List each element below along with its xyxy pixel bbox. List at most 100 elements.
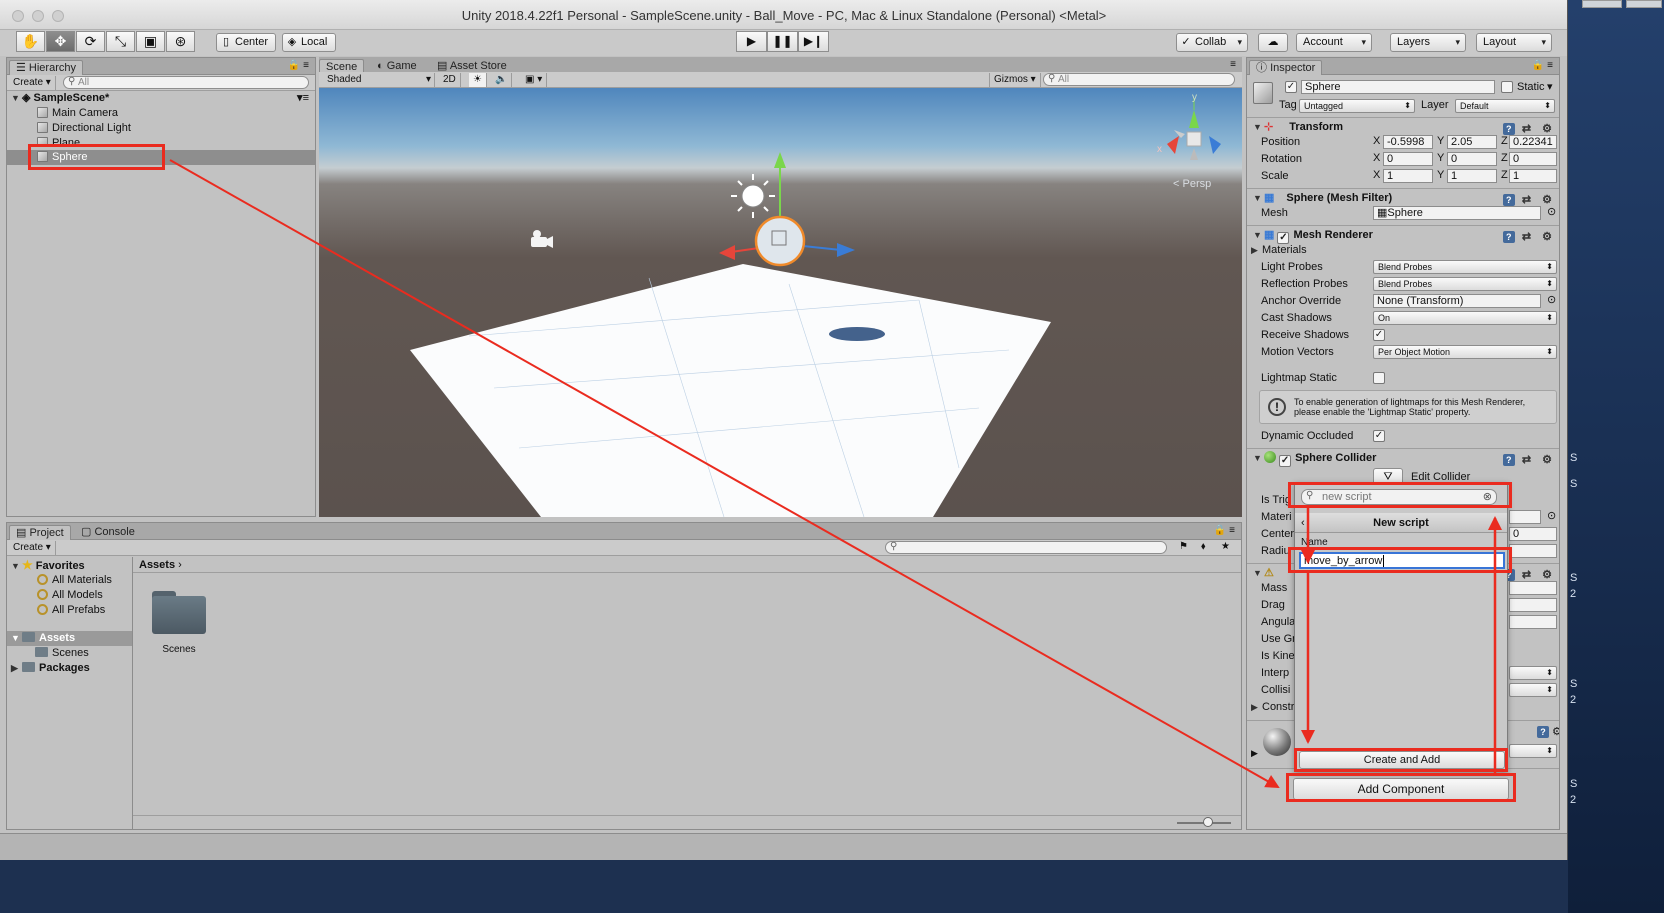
mesh-field[interactable]: ▦Sphere (1373, 206, 1541, 220)
component-search-input[interactable]: new script ⊗ (1301, 489, 1497, 505)
pivot-local-button[interactable]: ◈ Local (282, 33, 336, 52)
scene-search-input[interactable]: All (1043, 73, 1235, 86)
rotation-y-field[interactable]: 0 (1447, 152, 1497, 166)
gizmo-z-axis[interactable] (802, 245, 842, 251)
cloud-button[interactable]: ☁ (1258, 33, 1288, 52)
cast-shadows-dropdown[interactable]: On (1373, 311, 1557, 325)
position-y-field[interactable]: 2.05 (1447, 135, 1497, 149)
hierarchy-item-directional-light[interactable]: Directional Light (7, 121, 315, 136)
object-name-field[interactable]: Sphere (1301, 80, 1495, 94)
component-menu-icons[interactable]: ? ⚙ (1537, 725, 1559, 738)
radius-field[interactable] (1509, 544, 1557, 558)
scene-orientation-gizmo[interactable] (1167, 98, 1221, 160)
collision-detection-dropdown[interactable] (1509, 683, 1557, 697)
rotation-z-field[interactable]: 0 (1509, 152, 1557, 166)
audio-toggle-icon[interactable]: 🔈 (491, 73, 513, 87)
play-button[interactable]: ▶ (736, 31, 767, 52)
materials-foldout[interactable]: ▶ Materials (1251, 242, 1307, 258)
transform-tool-icon[interactable]: ⊛ (166, 31, 195, 52)
center-z-field[interactable]: 0 (1509, 527, 1557, 541)
hierarchy-create-dropdown[interactable]: Create ▾ (9, 76, 56, 90)
favorite-item-all-prefabs[interactable]: All Prefabs (7, 603, 132, 618)
drag-field[interactable] (1509, 598, 1557, 612)
tab-inspector[interactable]: ⓘ Inspector (1249, 60, 1323, 75)
position-x-field[interactable]: -0.5998 (1383, 135, 1433, 149)
zoom-window-button[interactable] (52, 10, 64, 22)
rotate-tool-icon[interactable]: ⟳ (76, 31, 105, 52)
position-z-field[interactable]: 0.22341 (1509, 135, 1557, 149)
motion-vectors-dropdown[interactable]: Per Object Motion (1373, 345, 1557, 359)
gizmo-z-arrow-icon[interactable] (837, 243, 855, 257)
layout-dropdown[interactable]: Layout (1476, 33, 1552, 52)
favorites-row[interactable]: ▼ ★ Favorites (7, 558, 132, 573)
hierarchy-item-plane[interactable]: Plane (7, 136, 315, 145)
dynamic-occluded-checkbox[interactable]: ✓ (1373, 430, 1385, 442)
object-picker-icon[interactable]: ⊙ (1547, 509, 1556, 522)
material-field[interactable] (1509, 510, 1541, 524)
light-probes-dropdown[interactable]: Blend Probes (1373, 260, 1557, 274)
hierarchy-search-input[interactable]: All (63, 76, 309, 89)
object-picker-icon[interactable]: ⊙ (1547, 293, 1556, 306)
hierarchy-item-main-camera[interactable]: Main Camera (7, 106, 315, 121)
scene-menu-icon[interactable]: ▾≡ (297, 91, 309, 106)
rect-tool-icon[interactable]: ▣ (136, 31, 165, 52)
reflection-probes-dropdown[interactable]: Blend Probes (1373, 277, 1557, 291)
tag-dropdown[interactable]: Untagged (1299, 99, 1415, 113)
back-arrow-icon[interactable]: ‹ (1301, 513, 1305, 533)
add-component-button[interactable]: Add Component (1293, 778, 1509, 800)
plane-object[interactable] (410, 264, 1051, 517)
object-picker-icon[interactable]: ⊙ (1547, 205, 1556, 218)
mass-field[interactable] (1509, 581, 1557, 595)
move-tool-icon[interactable]: ✥ (46, 31, 75, 52)
anchor-override-field[interactable]: None (Transform) (1373, 294, 1541, 308)
gizmo-y-arrow-icon[interactable] (774, 152, 786, 168)
hierarchy-item-sphere[interactable]: Sphere (7, 150, 315, 165)
scene-viewport[interactable]: y x < Persp (319, 88, 1242, 517)
component-menu-icons[interactable]: ? ⇄ ⚙ (1502, 228, 1556, 246)
asset-grid-item-scenes[interactable] (152, 591, 206, 635)
scale-z-field[interactable]: 1 (1509, 169, 1557, 183)
assets-folder-row[interactable]: ▼ Assets (7, 631, 132, 646)
hand-tool-icon[interactable]: ✋ (16, 31, 45, 52)
layers-dropdown[interactable]: Layers (1390, 33, 1466, 52)
constraints-foldout[interactable]: ▶ Constr (1251, 699, 1294, 715)
camera-icon[interactable] (531, 230, 553, 248)
angular-drag-field[interactable] (1509, 615, 1557, 629)
zoom-slider-handle[interactable] (1203, 817, 1213, 827)
filter-label-icon[interactable]: ⬧ (1201, 541, 1206, 552)
panel-menu-icon[interactable]: 🔒 ≡ (288, 60, 309, 71)
gizmo-x-axis[interactable] (730, 247, 760, 253)
static-checkbox[interactable] (1501, 81, 1513, 93)
panel-menu-icon[interactable]: 🔒 ≡ (1214, 525, 1235, 536)
toggle-2d-button[interactable]: 2D (439, 73, 461, 87)
expand-arrow-icon[interactable]: ▼ (1253, 449, 1264, 467)
pivot-center-button[interactable]: ▯ Center (216, 33, 276, 52)
shading-mode-dropdown[interactable]: Shaded ▾ (323, 73, 435, 87)
breadcrumb-assets[interactable]: Assets (139, 559, 175, 571)
directional-light-icon[interactable] (731, 174, 775, 218)
scenes-folder-row[interactable]: Scenes (7, 646, 132, 661)
project-create-dropdown[interactable]: Create ▾ (9, 541, 56, 555)
interpolate-dropdown[interactable] (1509, 666, 1557, 680)
layer-dropdown[interactable]: Default (1455, 99, 1555, 113)
favorite-item-all-models[interactable]: All Models (7, 588, 132, 603)
gizmo-x-arrow-icon[interactable] (719, 245, 735, 260)
favorite-item-all-materials[interactable]: All Materials (7, 573, 132, 588)
transform-header[interactable]: ▼ ⊹ Transform? ⇄ ⚙ (1247, 117, 1559, 135)
lightmap-static-checkbox[interactable] (1373, 372, 1385, 384)
expand-arrow-icon[interactable]: ▶ (1251, 699, 1262, 715)
expand-arrow-icon[interactable]: ▼ (11, 91, 22, 106)
static-dropdown-icon[interactable]: ▾ (1547, 80, 1553, 93)
scene-root-row[interactable]: ▼ ◈ SampleScene* ▾≡ (7, 91, 315, 106)
project-search-input[interactable] (885, 541, 1167, 554)
step-button[interactable]: ▶❙ (798, 31, 829, 52)
effects-toggle-icon[interactable]: ▣ ▾ (521, 73, 548, 87)
expand-arrow-icon[interactable]: ▶ (11, 661, 22, 676)
receive-shadows-checkbox[interactable]: ✓ (1373, 329, 1385, 341)
pause-button[interactable]: ❚❚ (767, 31, 798, 52)
minimize-window-button[interactable] (32, 10, 44, 22)
tab-hierarchy[interactable]: ☰ Hierarchy (9, 60, 83, 75)
mesh-renderer-header[interactable]: ▼ ▦ ✓ Mesh Renderer? ⇄ ⚙ (1247, 225, 1559, 246)
sphere-collider-enabled-checkbox[interactable]: ✓ (1279, 455, 1292, 467)
mesh-filter-header[interactable]: ▼ ▦ Sphere (Mesh Filter)? ⇄ ⚙ (1247, 188, 1559, 206)
